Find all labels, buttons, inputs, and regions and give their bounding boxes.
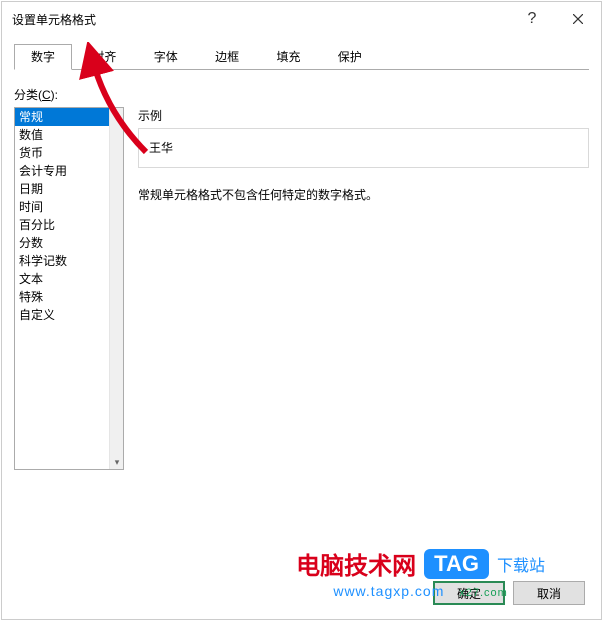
ok-button[interactable]: 确定	[433, 581, 505, 605]
listbox-scrollbar[interactable]: ▴ ▾	[109, 108, 123, 469]
list-item-number[interactable]: 数值	[15, 126, 109, 144]
category-label-prefix: 分类(	[14, 88, 42, 102]
window-title: 设置单元格格式	[12, 11, 96, 28]
dialog-footer: 确定 取消	[433, 581, 585, 605]
watermark-side: 下载站	[497, 552, 545, 576]
close-button[interactable]	[555, 2, 601, 36]
close-icon	[573, 14, 583, 24]
category-label: 分类(C):	[14, 86, 589, 103]
category-label-suffix: ):	[51, 88, 58, 102]
tab-protection[interactable]: 保护	[321, 44, 379, 70]
tab-number[interactable]: 数字	[14, 44, 72, 70]
list-item-custom[interactable]: 自定义	[15, 306, 109, 324]
help-button[interactable]: ?	[509, 2, 555, 36]
list-item-time[interactable]: 时间	[15, 198, 109, 216]
tab-strip: 数字 对齐 字体 边框 填充 保护	[14, 44, 589, 70]
content-area: 数字 对齐 字体 边框 填充 保护 分类(C): 常规 数值 货币 会计专用 日…	[2, 36, 601, 470]
sample-value: 王华	[149, 141, 173, 155]
tab-border[interactable]: 边框	[198, 44, 256, 70]
watermark-line1: 电脑技术网 TAG 下载站	[296, 546, 545, 581]
list-item-percentage[interactable]: 百分比	[15, 216, 109, 234]
sample-box: 王华	[138, 128, 589, 168]
category-hotkey: C	[42, 88, 51, 102]
tab-alignment[interactable]: 对齐	[75, 44, 133, 70]
watermark-url-mid: tagxp	[371, 583, 410, 599]
list-item-scientific[interactable]: 科学记数	[15, 252, 109, 270]
title-controls: ?	[509, 2, 601, 36]
dialog-window: 设置单元格格式 ? 数字 对齐 字体 边框 填充 保护 分类(C):	[1, 1, 602, 620]
list-item-fraction[interactable]: 分数	[15, 234, 109, 252]
scroll-up-icon[interactable]: ▴	[110, 108, 124, 122]
titlebar: 设置单元格格式 ?	[2, 2, 601, 36]
category-listbox[interactable]: 常规 数值 货币 会计专用 日期 时间 百分比 分数 科学记数 文本 特殊 自定…	[14, 107, 124, 470]
list-item-currency[interactable]: 货币	[15, 144, 109, 162]
watermark-tag: TAG	[424, 549, 489, 579]
watermark-url-prefix: www.	[333, 583, 370, 599]
tab-fill[interactable]: 填充	[259, 44, 317, 70]
list-item-general[interactable]: 常规	[15, 108, 109, 126]
scroll-down-icon[interactable]: ▾	[110, 455, 124, 469]
watermark-text: 电脑技术网	[296, 546, 416, 581]
sample-label: 示例	[138, 107, 589, 124]
columns: 常规 数值 货币 会计专用 日期 时间 百分比 分数 科学记数 文本 特殊 自定…	[14, 107, 589, 470]
list-item-date[interactable]: 日期	[15, 180, 109, 198]
list-item-special[interactable]: 特殊	[15, 288, 109, 306]
list-inner: 常规 数值 货币 会计专用 日期 时间 百分比 分数 科学记数 文本 特殊 自定…	[15, 108, 109, 469]
format-description: 常规单元格格式不包含任何特定的数字格式。	[138, 186, 589, 203]
cancel-button[interactable]: 取消	[513, 581, 585, 605]
tab-font[interactable]: 字体	[137, 44, 195, 70]
list-item-accounting[interactable]: 会计专用	[15, 162, 109, 180]
list-item-text[interactable]: 文本	[15, 270, 109, 288]
right-pane: 示例 王华 常规单元格格式不包含任何特定的数字格式。	[138, 107, 589, 470]
tab-body: 分类(C): 常规 数值 货币 会计专用 日期 时间 百分比 分数 科学记数 文…	[14, 70, 589, 470]
